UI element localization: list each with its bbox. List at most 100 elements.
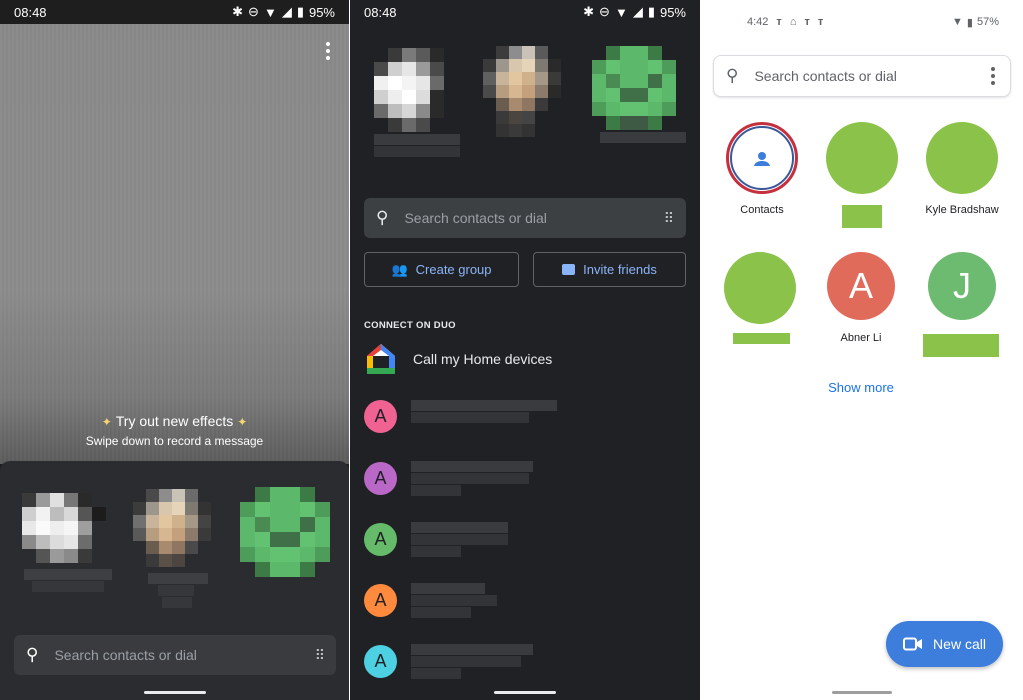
contact-avatar-blurred[interactable] (240, 487, 330, 577)
contact-avatar: A (827, 252, 895, 320)
contact-name-redacted (842, 205, 882, 228)
contact-avatar: A (364, 400, 397, 433)
dnd-icon: ⊖ (248, 4, 259, 19)
contact-avatar (724, 252, 796, 324)
contact-name-redacted (733, 333, 790, 344)
contact-row[interactable]: A (364, 584, 397, 617)
contact-name-redacted (923, 334, 999, 357)
new-call-button[interactable]: New call (886, 621, 1003, 667)
contact-avatar-blurred[interactable] (592, 46, 676, 130)
avatar-initial: A (848, 265, 873, 306)
signal-icon: ◢ (632, 4, 643, 19)
google-home-icon (367, 344, 395, 374)
avatar-initial: A (374, 590, 387, 610)
dnd-icon: ⊖ (599, 4, 610, 19)
avatar-initial: A (374, 651, 387, 671)
dialpad-icon[interactable]: ⠿ (315, 647, 325, 664)
contacts-sheet: ⚲ Search contacts or dial ⠿ (0, 461, 349, 700)
home-icon: ⌂ (789, 16, 797, 28)
battery-percent: 95% (308, 4, 335, 20)
bluetooth-icon: ✱ (232, 4, 244, 19)
home-indicator[interactable] (832, 691, 892, 694)
contact-avatar-blurred[interactable] (483, 46, 561, 137)
camera-preview[interactable] (0, 24, 349, 464)
avatar-initial: A (374, 468, 387, 488)
search-placeholder: Search contacts or dial (404, 210, 547, 226)
status-bar: 08:48 ✱ ⊖ ▼ ◢ ▮ 95% (350, 0, 700, 24)
home-devices-label: Call my Home devices (413, 351, 553, 367)
twitter-icon: ᴛ (776, 16, 782, 28)
wifi-icon: ▼ (263, 4, 277, 20)
search-placeholder: Search contacts or dial (754, 68, 897, 84)
battery-percent: 95% (659, 4, 686, 20)
effects-subtitle: Swipe down to record a message (85, 434, 264, 448)
contact-avatar: A (364, 523, 397, 556)
dialpad-icon[interactable]: ⠿ (664, 210, 674, 227)
battery-icon: ▮ (647, 4, 655, 19)
wifi-icon: ▼ (952, 16, 963, 28)
contact-avatar: A (364, 645, 397, 678)
status-bar: 08:48 ✱ ⊖ ▼ ◢ ▮ 95% (0, 0, 349, 24)
effects-hint: ✦ Try out new effects ✦ Swipe down to reco… (0, 412, 349, 448)
panel-contacts-list: 08:48 ✱ ⊖ ▼ ◢ ▮ 95% ⚲ Search contacts or… (350, 0, 700, 700)
search-bar[interactable]: ⚲ Search contacts or dial (713, 55, 1011, 97)
contact-row[interactable]: A (364, 462, 397, 495)
status-time: 08:48 (364, 4, 397, 20)
search-icon: ⚲ (376, 208, 389, 227)
effects-title: Try out new effects (115, 413, 234, 429)
contact-avatar: A (364, 462, 397, 495)
search-bar[interactable]: ⚲ Search contacts or dial ⠿ (364, 198, 686, 238)
video-camera-icon (903, 637, 923, 651)
home-devices-row[interactable]: Call my Home devices (364, 342, 552, 376)
create-group-button[interactable]: 👥 Create group (364, 252, 519, 287)
twitter-icon: ᴛ (804, 16, 810, 28)
status-time: 4:42 (747, 16, 769, 28)
tile-name: Contacts (740, 204, 784, 216)
more-options-icon[interactable] (320, 40, 336, 62)
contact-avatar-blurred[interactable] (133, 489, 211, 567)
battery-icon: ▮ (966, 16, 973, 29)
search-icon: ⚲ (26, 645, 39, 664)
contact-avatar: J (928, 252, 996, 320)
signal-icon: ◢ (281, 4, 292, 19)
contacts-avatar (726, 122, 798, 194)
search-placeholder: Search contacts or dial (54, 647, 197, 663)
contact-avatar-blurred[interactable] (374, 48, 458, 132)
status-time: 08:48 (14, 4, 47, 20)
bluetooth-icon: ✱ (583, 4, 595, 19)
new-call-label: New call (933, 636, 986, 652)
avatar-initial: A (374, 529, 387, 549)
tile-name: Kyle Bradshaw (925, 204, 999, 216)
contact-row[interactable]: A (364, 523, 397, 556)
invite-friends-label: Invite friends (583, 262, 657, 277)
wifi-icon: ▼ (614, 4, 628, 20)
avatar-initial: A (374, 406, 387, 426)
search-bar[interactable]: ⚲ Search contacts or dial ⠿ (14, 635, 336, 675)
panel-light-home: 4:42 ᴛ ⌂ ᴛ ᴛ ▼ ▮ 57% ⚲ Search contacts o… (701, 0, 1023, 700)
status-bar: 4:42 ᴛ ⌂ ᴛ ᴛ ▼ ▮ 57% (701, 0, 1023, 44)
contact-avatar-blurred[interactable] (22, 493, 106, 563)
battery-icon: ▮ (296, 4, 304, 19)
invite-friends-button[interactable]: Invite friends (533, 252, 686, 287)
home-indicator[interactable] (144, 691, 206, 694)
avatar-initial: J (953, 265, 971, 306)
group-icon: 👥 (391, 261, 408, 277)
sparkle-icon: ✦ (101, 415, 112, 429)
create-group-label: Create group (415, 262, 492, 277)
person-icon (754, 152, 770, 166)
home-indicator[interactable] (494, 691, 556, 694)
battery-percent: 57% (976, 16, 999, 28)
sparkle-icon: ✦ (237, 415, 248, 429)
contact-avatar: A (364, 584, 397, 617)
more-options-icon[interactable] (988, 65, 998, 87)
tile-name: Abner Li (840, 332, 882, 344)
search-icon: ⚲ (726, 66, 739, 85)
contact-avatar (826, 122, 898, 194)
contact-avatar (926, 122, 998, 194)
contact-row[interactable]: A (364, 645, 397, 678)
show-more-link[interactable]: Show more (811, 380, 911, 395)
message-icon (562, 264, 576, 275)
section-title: CONNECT ON DUO (364, 320, 456, 331)
twitter-icon: ᴛ (817, 16, 824, 28)
contact-row[interactable]: A (364, 400, 397, 433)
